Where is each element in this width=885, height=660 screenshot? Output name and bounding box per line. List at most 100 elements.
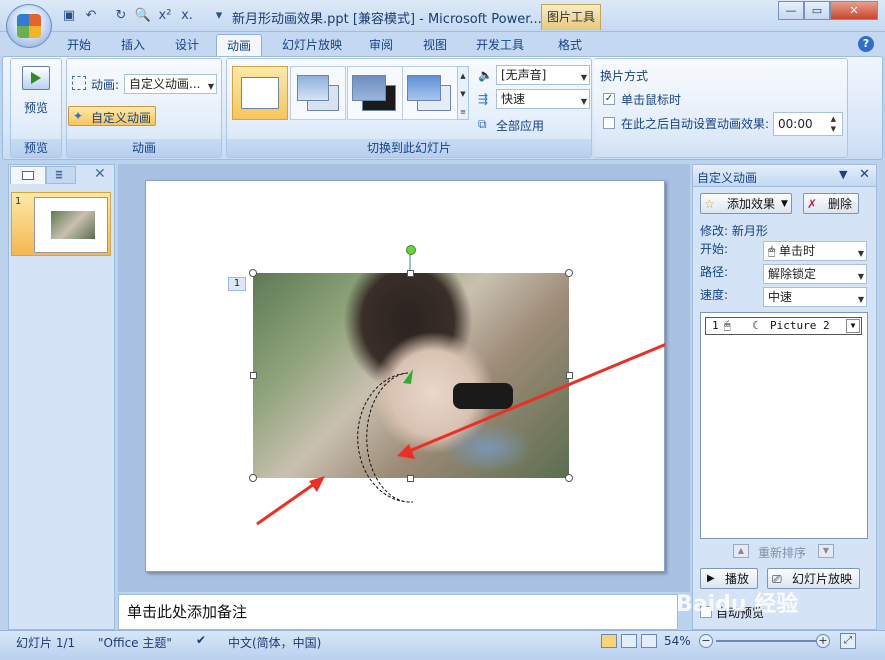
crescent-icon: ☾ [752, 319, 759, 332]
group-label-animation: 动画 [67, 139, 221, 157]
preview-icon[interactable] [22, 66, 50, 90]
path-start-marker [403, 369, 413, 384]
move-down-icon[interactable]: ▼ [818, 544, 834, 558]
slides-tab[interactable] [10, 166, 46, 184]
resize-handle-tl[interactable] [249, 269, 257, 277]
resize-handle-l[interactable] [250, 372, 257, 379]
zoom-in-icon[interactable]: + [816, 634, 830, 648]
transition-speed-value: 快速 [501, 92, 526, 106]
tab-developer[interactable]: 开发工具 [468, 34, 532, 56]
resize-handle-br[interactable] [565, 474, 573, 482]
transition-black-thumb[interactable] [347, 66, 403, 120]
chevron-down-icon: ▼ [781, 199, 788, 209]
transition-speed-select[interactable]: 快速 ▼ [496, 89, 590, 109]
close-pane-icon[interactable]: ✕ [94, 166, 106, 182]
resize-handle-t[interactable] [407, 270, 414, 277]
transition-gallery-scroll[interactable]: ▲ ▼ ≡ [457, 66, 469, 120]
superscript-icon[interactable]: x² [156, 7, 174, 25]
notes-pane[interactable]: 单击此处添加备注 [118, 594, 678, 630]
customize-qat-icon[interactable]: ▾ [210, 7, 228, 25]
move-up-icon[interactable]: ▲ [733, 544, 749, 558]
apply-all-icon: ⧉ [478, 117, 487, 131]
crescent-motion-path [357, 372, 414, 503]
tab-animation[interactable]: 动画 [216, 34, 262, 56]
reading-view-icon[interactable] [641, 634, 657, 648]
tab-insert[interactable]: 插入 [112, 34, 154, 56]
redo-icon[interactable]: ↻ [112, 7, 130, 25]
mouse-icon: 🖱 [724, 319, 731, 332]
subscript-icon[interactable]: x. [178, 7, 196, 25]
resize-handle-tr[interactable] [565, 269, 573, 277]
slideshow-label: 幻灯片放映 [792, 572, 853, 586]
resize-handle-b[interactable] [407, 475, 414, 482]
add-effect-label: 添加效果 [727, 197, 776, 211]
transition-none-thumb[interactable] [232, 66, 288, 120]
baidu-watermark: Baidu 经验 [676, 592, 799, 617]
office-button[interactable] [6, 4, 52, 48]
speed-select-value: 中速 [768, 290, 793, 304]
save-icon[interactable]: ▣ [60, 7, 78, 25]
tab-home[interactable]: 开始 [58, 34, 100, 56]
zoom-out-icon[interactable]: − [699, 634, 713, 648]
help-icon[interactable]: ? [858, 36, 874, 52]
animation-select[interactable]: 自定义动画... ▼ [124, 74, 217, 94]
spinner-icon[interactable]: ▲ ▼ [831, 114, 836, 134]
task-pane-title: 自定义动画 [697, 171, 758, 185]
normal-view-icon[interactable] [601, 634, 617, 648]
slide-overlay [256, 250, 665, 526]
chevron-down-icon[interactable]: ▼ [846, 319, 860, 333]
chevron-down-icon: ▼ [857, 295, 864, 304]
tab-view[interactable]: 视图 [414, 34, 456, 56]
animation-list[interactable] [700, 312, 868, 539]
slide-thumbnail-number: 1 [15, 196, 22, 207]
animation-list-item[interactable]: 1 🖱 ☾ Picture 2 ▼ [705, 317, 862, 335]
rotation-handle[interactable] [406, 245, 416, 255]
undo-icon[interactable]: ↶ [82, 7, 100, 25]
path-label: 路径: [700, 265, 729, 279]
start-label: 开始: [700, 242, 729, 256]
red-arrow-2 [406, 342, 665, 454]
print-preview-icon[interactable]: 🔍 [134, 7, 152, 25]
red-arrow-1 [256, 480, 318, 526]
transition-sound-value: [无声音] [501, 68, 547, 82]
remove-effect-button[interactable]: ✗ 删除 [803, 193, 859, 214]
tab-design[interactable]: 设计 [166, 34, 208, 56]
speed-select[interactable]: 中速 ▼ [763, 287, 867, 307]
slide-thumbnail[interactable]: 1 [11, 192, 111, 256]
slide-sorter-icon[interactable] [621, 634, 637, 648]
minimize-button[interactable]: — [778, 1, 804, 20]
close-button[interactable]: ✕ [830, 1, 878, 20]
add-effect-button[interactable]: ☆ 添加效果 ▼ [700, 193, 792, 214]
tab-format[interactable]: 格式 [548, 34, 592, 56]
preview-button-label[interactable]: 预览 [24, 99, 48, 116]
auto-advance-checkbox[interactable] [603, 117, 615, 129]
outline-tab[interactable]: ━ ━ ━ [46, 166, 76, 184]
apply-all-button[interactable]: 全部应用 [496, 117, 544, 134]
tab-review[interactable]: 审阅 [360, 34, 402, 56]
chevron-down-icon: ▼ [580, 97, 587, 106]
start-select[interactable]: 🖱 单击时 ▼ [763, 241, 867, 261]
resize-handle-bl[interactable] [249, 474, 257, 482]
task-pane-menu-icon[interactable]: ▼ [839, 168, 847, 181]
transition-fade-thumb[interactable] [290, 66, 346, 120]
chevron-down-icon: ▼ [857, 249, 864, 258]
custom-animation-button[interactable]: ✦ 自定义动画 [68, 106, 156, 126]
fit-window-icon[interactable]: ⤢ [840, 633, 856, 649]
on-click-checkbox[interactable]: ✓ [603, 93, 615, 105]
chevron-down-icon: ▼ [857, 272, 864, 281]
transition-dissolve-thumb[interactable] [402, 66, 458, 120]
red-arrow-2-head [397, 444, 415, 459]
animation-select-value: 自定义动画... [129, 77, 201, 91]
zoom-slider[interactable] [716, 640, 816, 642]
resize-handle-r[interactable] [566, 372, 573, 379]
transition-sound-select[interactable]: [无声音] ▼ [496, 65, 590, 85]
auto-advance-time[interactable]: 00:00 ▲ ▼ [773, 112, 843, 136]
status-slide: 幻灯片 1/1 [16, 636, 76, 650]
contextual-tab-picture-tools: 图片工具 [541, 4, 601, 30]
spellcheck-icon[interactable]: ✔ [196, 633, 206, 647]
task-pane-header: 自定义动画 ▼ ✕ [693, 165, 876, 187]
task-pane-close-icon[interactable]: ✕ [859, 167, 870, 182]
tab-slideshow[interactable]: 幻灯片放映 [274, 34, 350, 56]
maximize-button[interactable]: ▭ [804, 1, 830, 20]
path-select[interactable]: 解除锁定 ▼ [763, 264, 867, 284]
